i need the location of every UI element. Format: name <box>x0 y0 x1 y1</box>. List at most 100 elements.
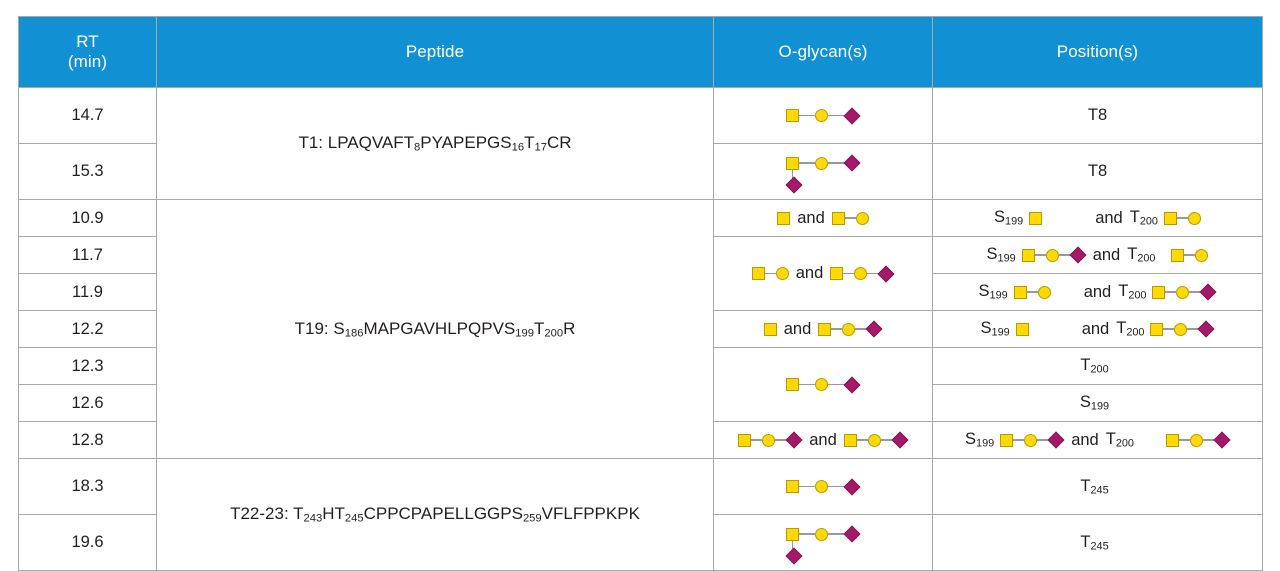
linkage-line <box>831 328 843 330</box>
peptide-suffix: VFLFPPKPK <box>541 504 640 524</box>
linkage-line <box>751 439 763 441</box>
linkage-line <box>799 114 815 117</box>
gal-circle-icon <box>855 211 869 225</box>
galnac-square-icon <box>786 480 799 493</box>
cell-rt: 12.2 <box>18 310 157 348</box>
peptide-mid1: HT <box>322 504 345 524</box>
cell-rt: 11.7 <box>18 236 157 274</box>
cell-position: T8 <box>932 87 1263 144</box>
header-rt-line2: (min) <box>67 52 108 71</box>
glycan-gn-gal-neu <box>843 431 909 449</box>
conjunction-and: and <box>1081 319 1110 338</box>
linkage-line <box>1034 254 1046 256</box>
neuac-diamond-icon-branch <box>785 176 803 194</box>
neuac-diamond-icon <box>865 320 883 338</box>
galnac-square-icon <box>843 433 857 447</box>
peptide-mid2: T <box>524 133 535 153</box>
cell-rt: 14.7 <box>18 87 157 144</box>
galnac-square-icon <box>1013 285 1027 299</box>
conjunction-and: and <box>797 208 825 227</box>
peptide-mid2: T <box>533 318 545 338</box>
cell-glycan: and <box>713 199 933 237</box>
cell-position: S199 and T200 <box>932 199 1263 237</box>
cell-rt: 15.3 <box>18 143 157 200</box>
linkage-line <box>1013 439 1025 441</box>
galnac-square-icon <box>1029 211 1043 225</box>
cell-position: T245 <box>932 514 1263 571</box>
galnac-square-icon <box>1150 322 1164 336</box>
gal-circle-icon <box>815 109 828 122</box>
gal-circle-icon <box>1187 211 1201 225</box>
peptide-mid1: PYAPEPGS <box>420 133 512 153</box>
glycan-gn-gal-neu <box>738 431 803 449</box>
neuac-diamond-icon <box>1213 431 1231 449</box>
glycan-gn-gal <box>831 211 869 225</box>
oglycopeptide-table-container: RT (min) Peptide O-glycan(s) Position(s)… <box>18 16 1263 571</box>
cell-rt: 10.9 <box>18 199 157 237</box>
gal-circle-icon <box>775 267 789 280</box>
conjunction-and: and <box>795 264 824 282</box>
linkage-line <box>799 533 815 535</box>
header-rt-line1: RT <box>76 32 99 52</box>
position-label-s199: S199 <box>980 319 1010 339</box>
cell-position: S199 and T200 <box>932 273 1263 311</box>
glycan-gn-gal-neu <box>1150 320 1215 338</box>
linkage-line <box>799 383 815 386</box>
glycan-gn-gal-neu-branched <box>785 154 861 194</box>
galnac-square-icon <box>786 527 799 541</box>
linkage-line <box>828 485 844 488</box>
gal-circle-icon <box>854 267 868 280</box>
position-label-s199: S199 <box>965 430 995 450</box>
neuac-diamond-icon <box>1199 283 1217 301</box>
peptide-sub1: 243 <box>303 512 323 525</box>
cell-rt: 12.6 <box>18 384 157 422</box>
linkage-line <box>764 272 776 275</box>
galnac-square-icon <box>763 322 777 336</box>
galnac-square-icon <box>1000 433 1014 447</box>
cell-position: S199 and T200 <box>932 310 1263 348</box>
neuac-diamond-icon <box>1047 431 1065 449</box>
glycan-gn-gal-neu <box>818 320 883 338</box>
position-label-s199: S199 <box>1079 393 1110 413</box>
position-label-t200: T200 <box>1105 430 1134 450</box>
galnac-square-icon <box>830 267 844 280</box>
galnac-square-icon <box>818 322 832 336</box>
conjunction-and: and <box>1092 245 1121 264</box>
neuac-diamond-icon <box>785 431 803 449</box>
cell-position: S199 and T200 <box>932 236 1263 274</box>
cell-rt: 12.3 <box>18 347 157 385</box>
peptide-sub2: 16 <box>511 141 525 154</box>
header-oglycan: O-glycan(s) <box>713 16 933 88</box>
gal-circle-icon <box>762 433 776 447</box>
linkage-line <box>1178 439 1190 441</box>
cell-position: T245 <box>932 458 1263 515</box>
peptide-mid1: MAPGAVHLPQPVS <box>363 318 516 338</box>
glycan-gn-gal-neu <box>786 107 861 124</box>
cell-glycan <box>713 143 933 200</box>
galnac-square-icon <box>786 378 799 391</box>
neuac-diamond-icon <box>843 154 861 172</box>
cell-glycan <box>713 87 933 144</box>
peptide-mid2: CPPCPAPELLGGPS <box>363 504 523 524</box>
glycan-gn-gal-neu <box>1000 431 1065 449</box>
gal-circle-icon <box>867 433 881 447</box>
glycan-gn-gal-neu <box>1152 283 1217 301</box>
gal-circle-icon <box>815 527 828 541</box>
glycan-gn-gal-neu <box>830 265 895 282</box>
cell-rt: 19.6 <box>18 514 157 571</box>
linkage-line <box>844 217 856 219</box>
peptide-sub2: 199 <box>515 327 534 340</box>
position-label-s199: S199 <box>986 245 1016 265</box>
gal-circle-icon <box>1189 433 1203 447</box>
linkage-line <box>828 533 844 535</box>
galnac-square-icon <box>1015 322 1029 336</box>
position-label-s199: S199 <box>978 282 1008 302</box>
cell-glycan <box>713 458 933 515</box>
position-label: T8 <box>1087 106 1108 124</box>
glycan-gn <box>1015 322 1029 336</box>
conjunction-and: and <box>1083 282 1112 301</box>
conjunction-and: and <box>783 319 812 338</box>
glycan-gn-gal-neu-branched <box>785 525 861 565</box>
galnac-square-icon <box>786 156 799 170</box>
gal-circle-icon <box>815 156 828 170</box>
